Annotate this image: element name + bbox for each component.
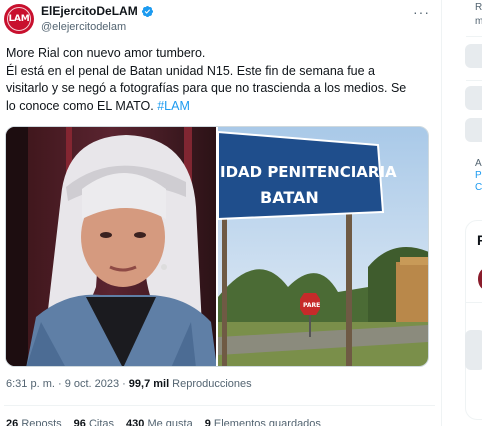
tweet-text-line-last: lo conoce como EL MATO. #LAM bbox=[6, 98, 436, 116]
stop-sign-text: PARE bbox=[303, 302, 320, 309]
sidebar-section-title: P bbox=[477, 232, 482, 248]
stat-label: Me gusta bbox=[147, 418, 193, 426]
stat-reposts[interactable]: 26 Reposts bbox=[6, 418, 62, 426]
stat-count: 9 bbox=[204, 418, 211, 426]
sidebar-heading-text: Re bbox=[475, 2, 482, 13]
avatar-ring bbox=[7, 7, 31, 31]
tweet[interactable]: LAM ElEjercitoDeLAM @elejercitodelam ···… bbox=[0, 0, 441, 426]
views-count: 99,7 mil bbox=[128, 378, 170, 390]
stats-divider bbox=[4, 405, 435, 406]
sidebar-section-box bbox=[465, 220, 482, 420]
sidebar-subtext: m bbox=[475, 16, 482, 27]
photo-batan-sign-image: IDAD PENITENCIARIA BATAN PARE bbox=[218, 127, 428, 366]
tweet-meta: 6:31 p. m. · 9 oct. 2023 · 99,7 mil Repr… bbox=[6, 378, 252, 390]
author-name-row[interactable]: ElEjercitoDeLAM bbox=[41, 4, 154, 18]
tweet-text-line: Él está en el penal de Batan unidad N15.… bbox=[6, 63, 376, 78]
stat-likes[interactable]: 430 Me gusta bbox=[126, 418, 193, 426]
sidebar-thumb[interactable] bbox=[465, 330, 482, 370]
more-options-icon[interactable]: ··· bbox=[413, 4, 430, 20]
sidebar-link[interactable]: Po bbox=[475, 170, 482, 181]
meta-separator: · bbox=[122, 378, 126, 390]
views-label: Reproducciones bbox=[172, 378, 252, 390]
stat-label: Reposts bbox=[21, 418, 62, 426]
sidebar-thumb[interactable] bbox=[465, 118, 482, 142]
photo-woman-image bbox=[6, 127, 216, 366]
tweet-text-line: visitarlo y se negó a fotografías para q… bbox=[6, 81, 407, 95]
author-handle[interactable]: @elejercitodelam bbox=[41, 21, 126, 33]
engagement-stats: 26 Reposts 96 Citas 430 Me gusta 9 Eleme… bbox=[6, 418, 321, 426]
tweet-text-line: More Rial con nuevo amor tumbero. bbox=[6, 46, 206, 60]
hashtag-link[interactable]: #LAM bbox=[157, 99, 190, 113]
stat-quotes[interactable]: 96 Citas bbox=[74, 418, 114, 426]
photo-batan-sign[interactable]: IDAD PENITENCIARIA BATAN PARE bbox=[218, 127, 428, 366]
sign-text-line1: IDAD PENITENCIARIA bbox=[220, 163, 397, 181]
media-grid[interactable]: IDAD PENITENCIARIA BATAN PARE bbox=[5, 126, 429, 367]
sidebar-thumb[interactable] bbox=[465, 86, 482, 110]
sidebar-link[interactable]: Co bbox=[475, 182, 482, 193]
stat-label: Citas bbox=[88, 418, 115, 426]
sidebar-divider bbox=[466, 36, 482, 37]
sidebar-about-text: Al bbox=[475, 158, 482, 169]
sidebar-divider bbox=[466, 302, 482, 303]
stat-count: 26 bbox=[6, 418, 19, 426]
right-sidebar: Re m Al Po Co P bbox=[441, 0, 482, 426]
tweet-text: More Rial con nuevo amor tumbero. Él est… bbox=[6, 45, 436, 115]
tweet-timestamp[interactable]: 6:31 p. m. · 9 oct. 2023 bbox=[6, 378, 119, 390]
photo-woman[interactable] bbox=[6, 127, 216, 366]
verified-badge-icon bbox=[141, 5, 153, 17]
sign-text-line2: BATAN bbox=[260, 188, 319, 207]
author-display-name[interactable]: ElEjercitoDeLAM bbox=[41, 4, 138, 18]
stat-bookmarks[interactable]: 9 Elementos guardados bbox=[205, 418, 321, 426]
stat-count: 430 bbox=[126, 418, 145, 426]
sidebar-thumb[interactable] bbox=[465, 44, 482, 68]
stat-count: 96 bbox=[73, 418, 86, 426]
author-avatar[interactable]: LAM bbox=[4, 4, 34, 34]
stat-label: Elementos guardados bbox=[213, 418, 321, 426]
tweet-text-line: lo conoce como EL MATO. bbox=[6, 98, 154, 113]
sidebar-divider bbox=[466, 80, 482, 81]
